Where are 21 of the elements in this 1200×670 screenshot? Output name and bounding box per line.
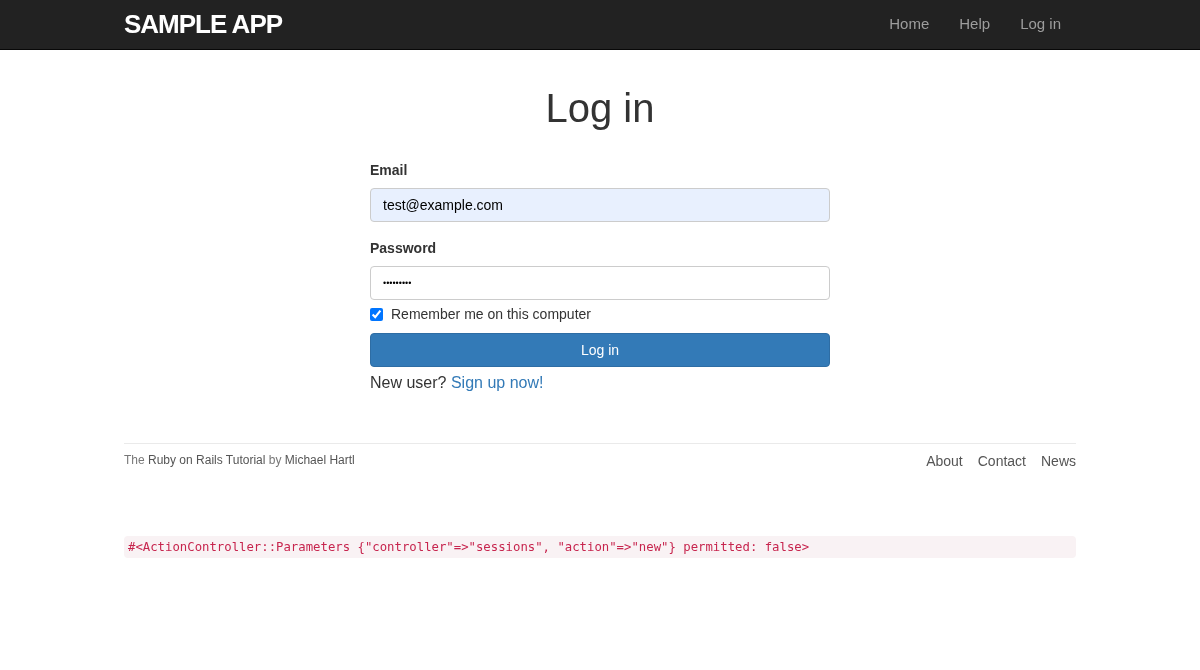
footer-credit: The Ruby on Rails Tutorial by Michael Hartl	[124, 452, 355, 469]
footer-link[interactable]: Contact	[977, 451, 1026, 472]
login-button[interactable]: Log in	[370, 333, 830, 367]
credit-link[interactable]: Michael Hartl	[284, 453, 355, 467]
signup-link[interactable]: Sign up now!	[450, 374, 544, 391]
nav-link[interactable]: Help	[944, 13, 1006, 36]
footer-link[interactable]: About	[926, 451, 963, 472]
nav-link[interactable]: Home	[874, 13, 945, 36]
email-field[interactable]: test@example.com	[370, 188, 830, 222]
credit-link[interactable]: Ruby on Rails Tutorial	[148, 453, 266, 467]
page-heading: Log in	[544, 85, 656, 132]
password-label: Password	[370, 239, 438, 258]
nav-link[interactable]: Log in	[1005, 13, 1076, 36]
remember-checkbox[interactable]	[370, 308, 383, 321]
signup-prompt: New user?	[370, 374, 447, 391]
password-field[interactable]: •••••••••	[370, 266, 830, 300]
debug-output: #<ActionController::Parameters {"controller"=>"sessions", "action"=>"new"} permitted: false>	[124, 536, 1076, 559]
footer-link[interactable]: News	[1041, 451, 1076, 472]
app-logo[interactable]: SAMPLE APP	[124, 5, 283, 44]
remember-label[interactable]: Remember me on this computer	[391, 304, 591, 325]
email-label: Email	[370, 161, 409, 180]
